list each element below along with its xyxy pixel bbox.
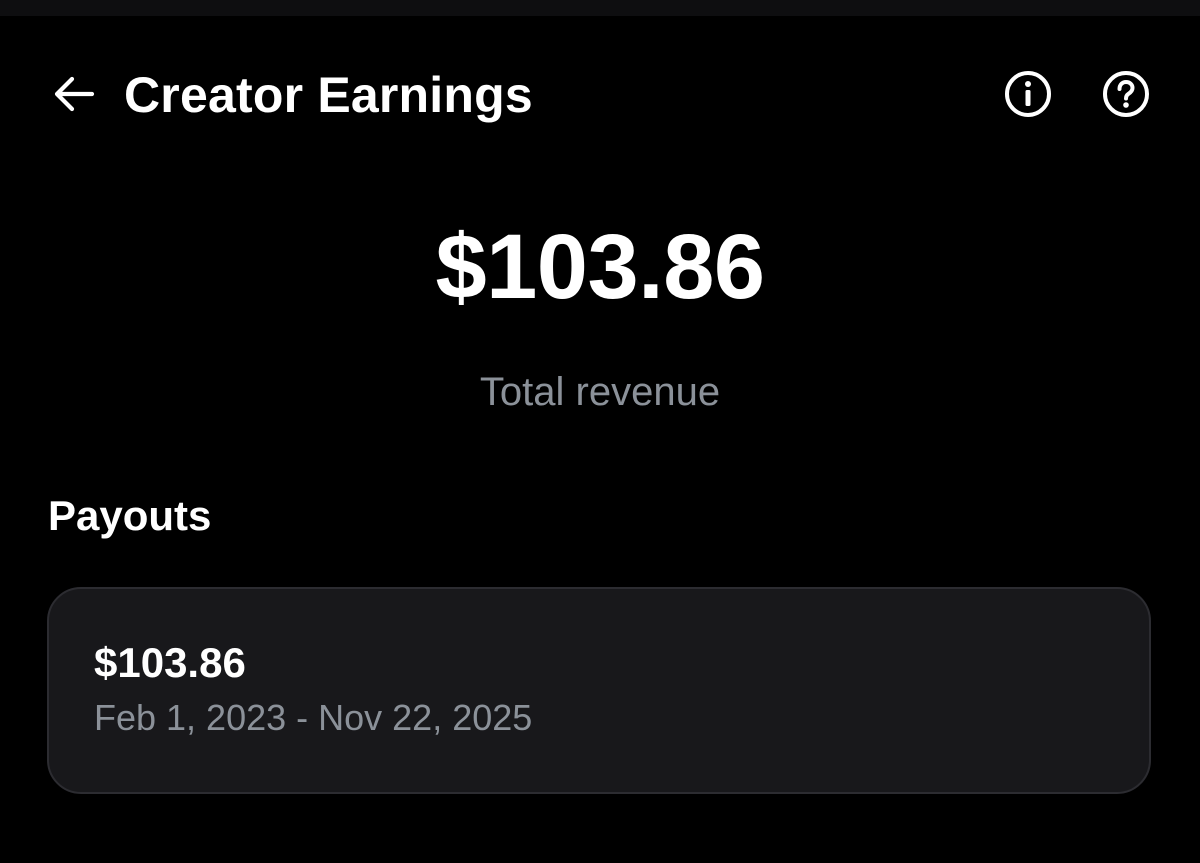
payout-card[interactable]: $103.86 Feb 1, 2023 - Nov 22, 2025	[47, 587, 1151, 794]
arrow-left-icon	[52, 74, 96, 119]
page-title: Creator Earnings	[124, 67, 533, 123]
payout-date-range: Feb 1, 2023 - Nov 22, 2025	[94, 697, 533, 738]
status-bar-strip	[0, 0, 1200, 16]
help-button[interactable]	[1096, 66, 1156, 126]
info-button[interactable]	[998, 66, 1058, 126]
info-circle-icon	[1003, 69, 1053, 124]
top-app-bar: Creator Earnings	[0, 40, 1200, 152]
payout-amount: $103.86	[94, 639, 246, 686]
total-revenue-amount: $103.86	[435, 216, 765, 318]
back-button[interactable]	[44, 68, 104, 124]
question-circle-icon	[1101, 69, 1151, 124]
total-revenue-label: Total revenue	[479, 370, 721, 414]
payouts-section-title: Payouts	[48, 492, 212, 539]
